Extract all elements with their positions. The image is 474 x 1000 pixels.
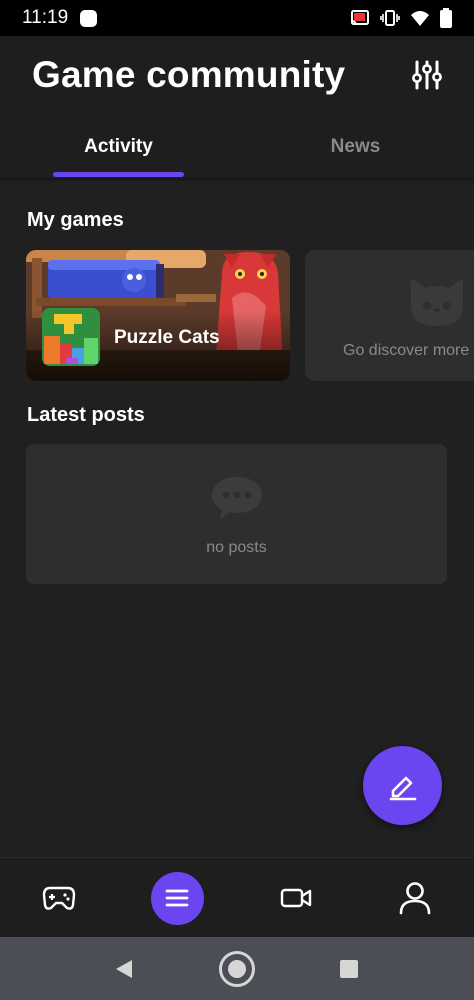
cast-icon xyxy=(351,10,369,26)
header-divider xyxy=(0,178,474,182)
gamepad-icon xyxy=(42,886,76,910)
game-icon xyxy=(42,308,100,366)
nav-feed[interactable] xyxy=(118,858,236,938)
battery-icon xyxy=(440,8,452,28)
profile-icon xyxy=(399,882,431,915)
posts-empty-card: no posts xyxy=(26,444,447,584)
system-back-button[interactable] xyxy=(104,937,144,1000)
back-icon xyxy=(116,959,132,978)
video-camera-icon xyxy=(280,888,312,908)
discover-more-label: Go discover more xyxy=(343,342,470,359)
chat-bubble-icon xyxy=(212,477,262,519)
notification-dot-icon xyxy=(80,9,98,27)
no-posts-label: no posts xyxy=(206,539,267,556)
nav-games[interactable] xyxy=(0,858,118,938)
cat-face-icon xyxy=(411,278,463,326)
my-games-title: My games xyxy=(27,209,124,231)
nav-active-indicator xyxy=(150,871,204,925)
nav-videos[interactable] xyxy=(237,858,355,938)
status-icons xyxy=(350,8,452,28)
sliders-icon xyxy=(412,60,442,90)
menu-icon xyxy=(165,889,189,907)
tab-news[interactable]: News xyxy=(237,124,474,178)
wifi-icon xyxy=(411,11,429,26)
nav-profile[interactable] xyxy=(356,858,474,938)
create-post-button[interactable] xyxy=(363,746,442,825)
discover-more-card[interactable]: Go discover more xyxy=(305,250,474,381)
tab-bar: Activity News xyxy=(0,124,474,178)
tab-activity[interactable]: Activity xyxy=(0,124,237,178)
system-home-button[interactable] xyxy=(216,937,258,1000)
game-card-puzzle-cats[interactable]: Puzzle Cats xyxy=(26,250,290,381)
system-nav-bar xyxy=(0,937,474,1000)
puzzle-cats-app-icon xyxy=(42,308,100,366)
home-icon xyxy=(219,950,255,987)
page-title: Game community xyxy=(32,54,346,95)
latest-posts-title: Latest posts xyxy=(27,404,145,426)
vibrate-icon xyxy=(380,10,400,26)
app-header: Game community Activity News xyxy=(0,36,474,178)
status-time: 11:19 xyxy=(22,7,69,28)
status-bar: 11:19 xyxy=(0,0,474,36)
active-tab-indicator xyxy=(53,172,184,177)
edit-pencil-icon xyxy=(389,776,416,800)
game-name: Puzzle Cats xyxy=(114,327,220,348)
filter-button[interactable] xyxy=(410,58,444,92)
bottom-nav xyxy=(0,857,474,937)
recents-icon xyxy=(340,959,358,978)
system-recents-button[interactable] xyxy=(330,937,368,1000)
